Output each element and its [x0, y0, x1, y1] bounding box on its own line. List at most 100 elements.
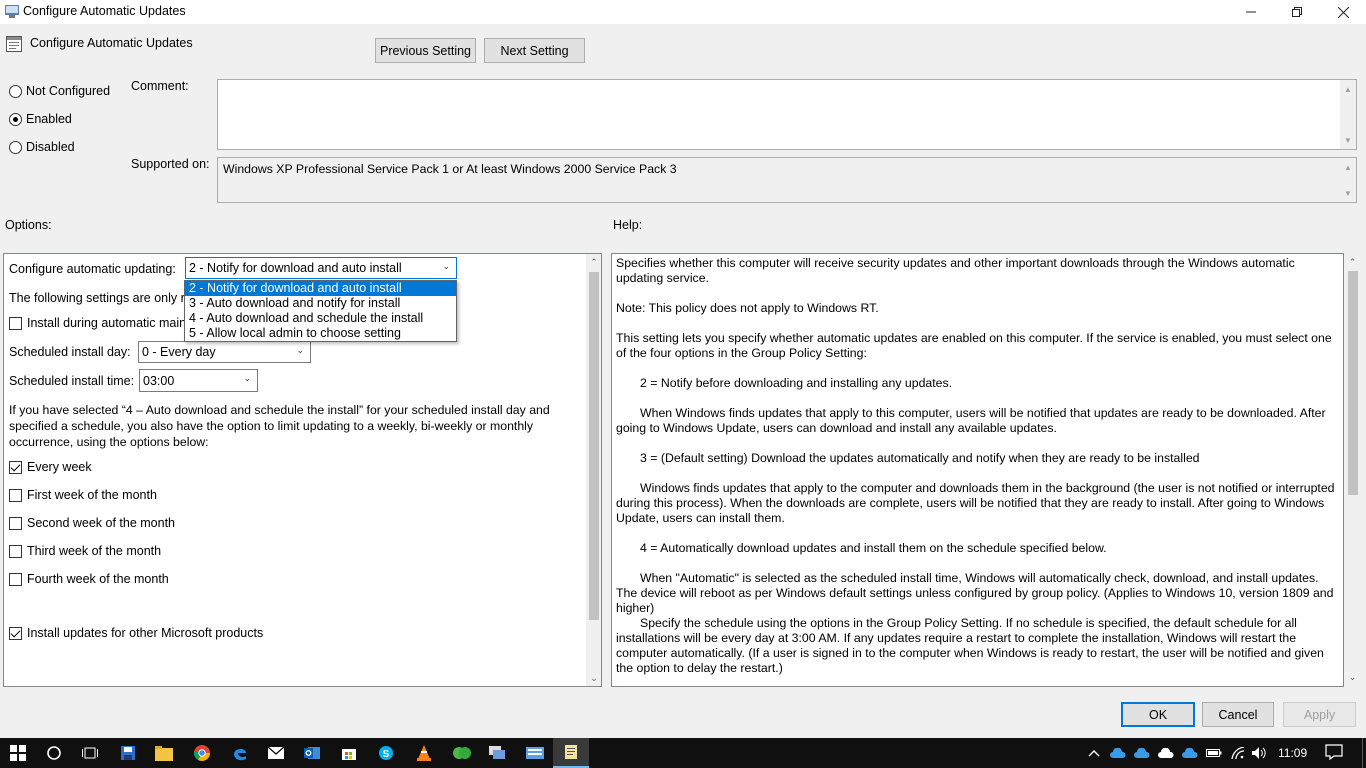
taskbar-app[interactable]: [146, 738, 182, 768]
install-maintenance-checkbox-row[interactable]: Install during automatic mainte: [9, 316, 197, 330]
battery-icon[interactable]: [1206, 745, 1222, 761]
help-paragraph: 2 = Notify before downloading and instal…: [640, 376, 953, 390]
help-paragraph: When "Automatic" is selected as the sche…: [616, 571, 1334, 615]
radio-not-configured[interactable]: Not Configured: [9, 84, 110, 98]
scroll-up-icon[interactable]: ▲: [1340, 159, 1356, 175]
chevron-up-icon[interactable]: [1086, 745, 1102, 761]
radio-circle[interactable]: [9, 140, 22, 154]
dropdown-option[interactable]: 3 - Auto download and notify for install: [185, 296, 456, 311]
help-paragraph: Windows finds updates that apply to the …: [616, 481, 1335, 525]
onedrive-icon[interactable]: [1134, 745, 1150, 761]
scroll-up-icon[interactable]: ⌃: [1344, 254, 1361, 270]
taskbar-app[interactable]: [406, 738, 442, 768]
show-desktop-button[interactable]: [1362, 738, 1366, 768]
taskbar-app[interactable]: [110, 738, 146, 768]
taskbar-app[interactable]: [331, 738, 367, 768]
comment-label: Comment:: [131, 79, 189, 93]
app-icon: [5, 5, 19, 18]
supported-scrollbar[interactable]: ▲ ▼: [1340, 158, 1356, 202]
help-label: Help:: [613, 218, 643, 232]
first-week-checkbox[interactable]: [9, 488, 22, 502]
search-button[interactable]: [36, 738, 72, 768]
task-view-button[interactable]: [72, 738, 108, 768]
taskbar-app[interactable]: [222, 738, 258, 768]
scroll-up-icon[interactable]: ⌃: [586, 254, 601, 270]
start-button[interactable]: [0, 738, 36, 768]
restore-icon: [1292, 7, 1302, 17]
taskbar-app[interactable]: [184, 738, 220, 768]
radio-enabled[interactable]: Enabled: [9, 112, 72, 126]
scroll-thumb[interactable]: [1348, 271, 1358, 495]
scroll-down-icon[interactable]: ▼: [1340, 185, 1356, 201]
week-checkbox-row[interactable]: Third week of the month: [9, 544, 161, 558]
install-time-select[interactable]: 03:00 ⌄: [139, 369, 258, 392]
week-label: Every week: [27, 460, 92, 474]
following-settings-text: The following settings are only re: [9, 291, 192, 305]
taskbar-app[interactable]: [444, 738, 480, 768]
notifications-button[interactable]: [1325, 744, 1343, 761]
onedrive-icon[interactable]: [1182, 745, 1198, 761]
clock-time[interactable]: 11:09: [1278, 746, 1307, 760]
dropdown-option[interactable]: 2 - Notify for download and auto install: [185, 281, 456, 296]
comment-field[interactable]: ▲ ▼: [217, 79, 1357, 150]
install-day-select[interactable]: 0 - Every day ⌄: [138, 341, 311, 363]
fourth-week-checkbox[interactable]: [9, 572, 22, 586]
week-checkbox-row[interactable]: Every week: [9, 460, 92, 474]
help-panel: Specifies whether this computer will rec…: [611, 253, 1344, 687]
close-button[interactable]: [1320, 0, 1366, 24]
week-checkbox-row[interactable]: First week of the month: [9, 488, 157, 502]
notification-icon: [1325, 744, 1343, 761]
radio-circle[interactable]: [9, 84, 22, 98]
help-paragraph: Specifies whether this computer will rec…: [616, 256, 1295, 285]
week-checkbox-row[interactable]: Second week of the month: [9, 516, 175, 530]
chevron-down-icon: ⌄: [296, 345, 304, 355]
taskbar-app[interactable]: [517, 738, 553, 768]
week-checkbox-row[interactable]: Fourth week of the month: [9, 572, 169, 586]
cancel-button[interactable]: Cancel: [1202, 702, 1274, 727]
scroll-down-icon[interactable]: ⌄: [586, 670, 601, 686]
options-scrollbar[interactable]: ⌃ ⌄: [586, 254, 601, 686]
keyboard-app-icon: [526, 747, 544, 759]
scroll-up-icon[interactable]: ▲: [1340, 81, 1356, 97]
radio-circle[interactable]: [9, 112, 22, 126]
taskbar-app[interactable]: [258, 738, 294, 768]
scroll-down-icon[interactable]: ⌄: [1344, 669, 1361, 685]
apply-button[interactable]: Apply: [1283, 702, 1356, 727]
volume-icon[interactable]: [1252, 745, 1268, 761]
skype-icon: S: [379, 746, 393, 760]
ok-button[interactable]: OK: [1121, 702, 1195, 727]
scroll-down-icon[interactable]: ▼: [1340, 132, 1356, 148]
scroll-thumb[interactable]: [589, 272, 599, 620]
help-scrollbar[interactable]: ⌃ ⌄: [1344, 253, 1361, 687]
dropdown-option[interactable]: 5 - Allow local admin to choose setting: [185, 326, 456, 341]
dropdown-option[interactable]: 4 - Auto download and schedule the insta…: [185, 311, 456, 326]
configure-updating-select[interactable]: 2 - Notify for download and auto install…: [185, 257, 457, 279]
taskbar-app-active[interactable]: [553, 738, 589, 768]
other-products-checkbox-row[interactable]: Install updates for other Microsoft prod…: [9, 626, 263, 640]
install-maintenance-checkbox[interactable]: [9, 316, 22, 330]
second-week-checkbox[interactable]: [9, 516, 22, 530]
cloud-icon[interactable]: [1158, 745, 1174, 761]
taskbar-app[interactable]: S: [368, 738, 404, 768]
every-week-checkbox[interactable]: [9, 460, 22, 474]
install-maintenance-label: Install during automatic mainte: [27, 316, 197, 330]
minimize-button[interactable]: [1228, 0, 1274, 24]
mail-icon: [268, 747, 284, 759]
next-setting-button[interactable]: Next Setting: [484, 38, 585, 63]
options-label: Options:: [5, 218, 52, 232]
install-day-label: Scheduled install day:: [9, 345, 131, 359]
taskbar-app[interactable]: [294, 738, 330, 768]
radio-label: Not Configured: [26, 84, 111, 98]
wifi-icon[interactable]: [1230, 745, 1246, 761]
previous-setting-button[interactable]: Previous Setting: [375, 38, 476, 63]
other-products-checkbox[interactable]: [9, 626, 22, 640]
edge-icon: [234, 748, 246, 761]
comment-scrollbar[interactable]: ▲ ▼: [1340, 80, 1356, 149]
supported-on-value: Windows XP Professional Service Pack 1 o…: [223, 162, 677, 176]
taskbar-app[interactable]: [479, 738, 515, 768]
radio-disabled[interactable]: Disabled: [9, 140, 75, 154]
configure-updating-dropdown[interactable]: 2 - Notify for download and auto install…: [184, 280, 457, 342]
onedrive-icon[interactable]: [1110, 745, 1126, 761]
third-week-checkbox[interactable]: [9, 544, 22, 558]
restore-button[interactable]: [1274, 0, 1320, 24]
